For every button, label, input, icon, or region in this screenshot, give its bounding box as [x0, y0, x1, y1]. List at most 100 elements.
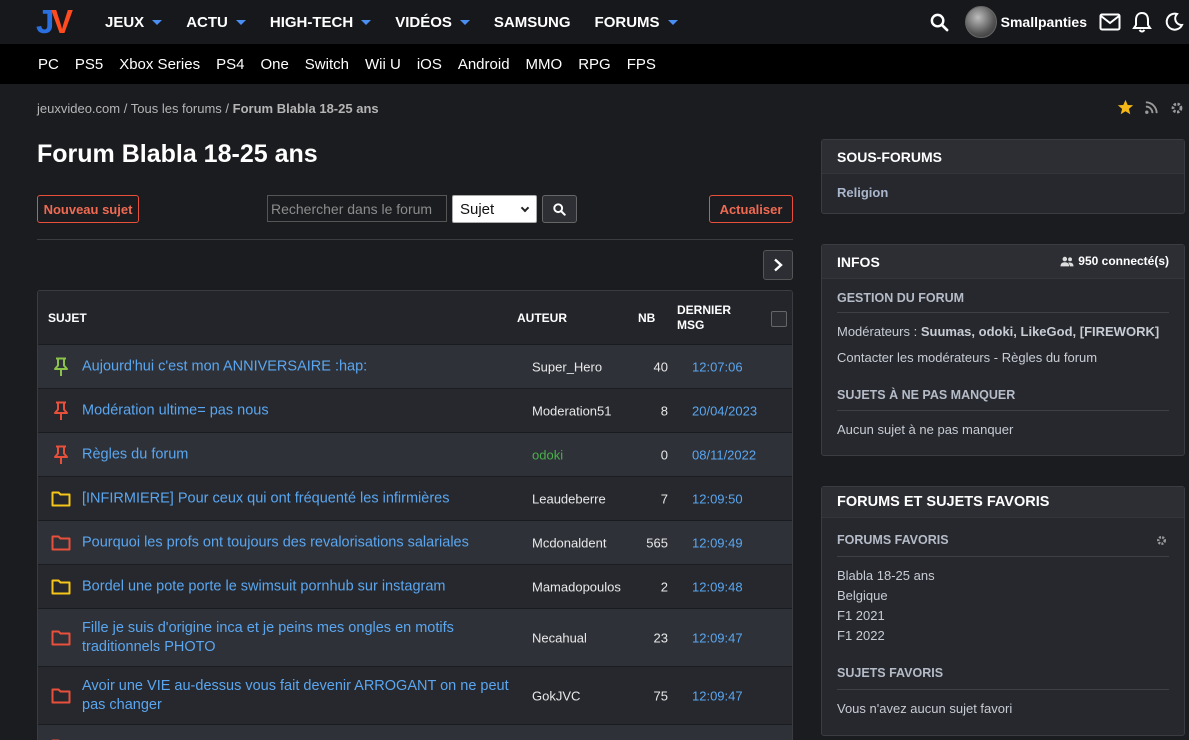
must-read-text: Aucun sujet à ne pas manquer [837, 422, 1014, 437]
topic-row: Règles du forum odoki 0 08/11/2022 [38, 432, 792, 476]
topic-reply-count: 2 [660, 579, 668, 594]
search-mode-value: Sujet [460, 200, 495, 218]
folder-icon [50, 685, 72, 707]
topic-title-link[interactable]: Bordel une pote porte le swimsuit pornhu… [82, 577, 528, 596]
refresh-button[interactable]: Actualiser [709, 195, 793, 223]
infos-panel: INFOS 950 connecté(s) GESTION DU FORUM M… [821, 244, 1185, 456]
forum-management-title: GESTION DU FORUM [837, 291, 965, 305]
moon-icon[interactable] [1163, 11, 1185, 33]
bell-icon[interactable] [1131, 11, 1153, 33]
moderators-list[interactable]: Suumas, odoki, LikeGod, [FIREWORK] [921, 324, 1159, 339]
favorite-forum-item[interactable]: F1 2021 [837, 608, 885, 623]
platform-link[interactable]: Xbox Series [119, 56, 200, 73]
new-topic-button[interactable]: Nouveau sujet [37, 195, 139, 223]
nav-item-label: SAMSUNG [493, 13, 571, 31]
forum-search-input[interactable] [267, 195, 447, 222]
platform-link[interactable]: FPS [627, 56, 656, 73]
topic-last-message[interactable]: 12:07:06 [692, 359, 743, 374]
topic-author[interactable]: Mamadopoulos [532, 579, 621, 594]
topic-author[interactable]: Mcdonaldent [532, 535, 606, 550]
nav-item-samsung[interactable]: SAMSUNG [494, 14, 571, 31]
search-mode-select[interactable]: Sujet [452, 195, 537, 223]
nav-item-forums[interactable]: FORUMS [595, 14, 678, 31]
favorite-forum-item[interactable]: Blabla 18-25 ans [837, 568, 935, 583]
rss-icon[interactable] [1144, 100, 1159, 115]
platform-link[interactable]: One [260, 56, 288, 73]
topic-last-message[interactable]: 12:09:47 [692, 630, 743, 645]
connected-count: 950 connecté(s) [1060, 254, 1169, 268]
mail-icon[interactable] [1099, 11, 1121, 33]
platform-link[interactable]: PC [38, 56, 59, 73]
gear-icon[interactable] [1155, 534, 1168, 552]
topic-row: "La CHINE est une DICTATURE"Dorandrossme… [38, 724, 792, 740]
platform-link[interactable]: PS4 [216, 56, 244, 73]
breadcrumb-all-forums[interactable]: Tous les forums [131, 101, 222, 116]
topic-title-link[interactable]: Règles du forum [82, 445, 528, 464]
select-all-checkbox[interactable] [771, 311, 787, 327]
nav-item-jeux[interactable]: JEUX [105, 14, 163, 31]
favorites-title: FORUMS ET SUJETS FAVORIS [822, 487, 1184, 518]
subforum-link[interactable]: Religion [837, 185, 888, 200]
nav-item-label: VIDÉOS [395, 13, 452, 31]
search-button[interactable] [542, 195, 577, 223]
topic-author[interactable]: Moderation51 [532, 403, 612, 418]
topic-author[interactable]: GokJVC [532, 688, 580, 703]
avatar[interactable] [964, 6, 997, 38]
caret-down-icon [235, 19, 246, 25]
topic-title-link[interactable]: [INFIRMIERE] Pour ceux qui ont fréquenté… [82, 489, 528, 508]
topic-last-message[interactable]: 20/04/2023 [692, 403, 757, 418]
pin-icon [50, 444, 72, 466]
gear-icon[interactable] [1169, 100, 1185, 116]
star-icon[interactable] [1117, 99, 1134, 116]
topic-last-message[interactable]: 08/11/2022 [692, 447, 756, 462]
platform-link[interactable]: Switch [305, 56, 349, 73]
topic-title-link[interactable]: Avoir une VIE au-dessus vous fait deveni… [82, 677, 528, 715]
topic-last-message[interactable]: 12:09:49 [692, 535, 743, 550]
contact-moderators-link[interactable]: Contacter les modérateurs - Règles du fo… [837, 350, 1097, 365]
topic-title-link[interactable]: Fille je suis d'origine inca et je peins… [82, 619, 528, 657]
col-last-msg-line1: DERNIER [677, 303, 732, 317]
topic-row: [INFIRMIERE] Pour ceux qui ont fréquenté… [38, 476, 792, 520]
platform-link[interactable]: Android [458, 56, 510, 73]
platform-link[interactable]: MMO [526, 56, 563, 73]
platform-link[interactable]: Wii U [365, 56, 401, 73]
topic-last-message[interactable]: 12:09:48 [692, 579, 743, 594]
infos-title: INFOS [837, 253, 880, 270]
subforums-title: SOUS-FORUMS [822, 140, 1184, 174]
section-divider [837, 689, 1169, 690]
platform-link[interactable]: PS5 [75, 56, 103, 73]
favorite-forum-item[interactable]: Belgique [837, 588, 888, 603]
nav-item-high-tech[interactable]: HIGH-TECH [270, 14, 372, 31]
breadcrumb-home[interactable]: jeuxvideo.com [37, 101, 120, 116]
topics-body: Aujourd'hui c'est mon ANNIVERSAIRE :hap:… [38, 344, 792, 740]
topic-reply-count: 8 [660, 403, 668, 418]
topic-last-message[interactable]: 12:09:50 [692, 491, 743, 506]
moderators-label: Modérateurs : [837, 324, 921, 339]
topic-title-link[interactable]: Aujourd'hui c'est mon ANNIVERSAIRE :hap: [82, 357, 528, 376]
favorites-panel: FORUMS ET SUJETS FAVORIS FORUMS FAVORIS … [821, 486, 1185, 736]
topic-author[interactable]: Necahual [532, 630, 587, 645]
topic-reply-count: 565 [646, 535, 668, 550]
username[interactable]: Smallpanties [1001, 14, 1087, 30]
topic-title-link[interactable]: Pourquoi les profs ont toujours des reva… [82, 533, 528, 552]
platform-link[interactable]: iOS [417, 56, 442, 73]
topic-reply-count: 75 [653, 688, 668, 703]
topic-author[interactable]: odoki [532, 447, 563, 462]
nav-item-vid-os[interactable]: VIDÉOS [395, 14, 470, 31]
svg-text:V: V [51, 4, 73, 36]
search-icon[interactable] [929, 11, 951, 33]
section-divider [837, 312, 1169, 313]
caret-down-icon [361, 19, 372, 25]
topic-reply-count: 7 [660, 491, 668, 506]
topic-author[interactable]: Leaudeberre [532, 491, 606, 506]
nav-item-actu[interactable]: ACTU [186, 14, 246, 31]
topic-title-link[interactable]: Modération ultime= pas nous [82, 401, 528, 420]
breadcrumb-separator: / [123, 101, 128, 116]
topic-last-message[interactable]: 12:09:47 [692, 688, 743, 703]
jv-logo[interactable]: J V [36, 3, 80, 40]
caret-down-icon [152, 19, 163, 25]
platform-link[interactable]: RPG [578, 56, 611, 73]
favorite-forum-item[interactable]: F1 2022 [837, 628, 885, 643]
next-page-button[interactable] [763, 250, 793, 280]
topic-author[interactable]: Super_Hero [532, 359, 602, 374]
